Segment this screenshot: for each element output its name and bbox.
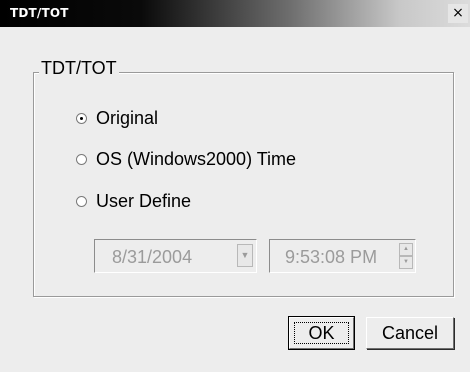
radio-button-user-define[interactable] [76, 195, 87, 207]
radio-os-time[interactable]: OS (Windows2000) Time [76, 147, 296, 171]
tdt-tot-dialog: TDT/TOT × TDT/TOT Original OS (Windows20… [0, 0, 470, 372]
radio-label-original: Original [96, 107, 159, 128]
time-spinner[interactable]: ▲ ▼ [399, 243, 413, 269]
radio-button-os-time[interactable] [76, 153, 87, 165]
radio-user-define[interactable]: User Define [76, 189, 191, 213]
close-icon: × [452, 5, 464, 21]
date-value: 8/31/2004 [112, 247, 193, 267]
radio-label-os-time: OS (Windows2000) Time [96, 148, 297, 169]
cancel-button[interactable]: Cancel [366, 317, 454, 349]
radio-button-original[interactable] [76, 112, 87, 124]
radio-original[interactable]: Original [76, 106, 158, 130]
cancel-button-label: Cancel [381, 323, 439, 343]
window-title: TDT/TOT [10, 6, 69, 20]
ok-button[interactable]: OK [288, 316, 355, 350]
spin-down-icon[interactable]: ▼ [399, 256, 413, 269]
time-value: 9:53:08 PM [285, 247, 378, 267]
date-picker[interactable]: 8/31/2004 ▼ [94, 239, 257, 273]
title-bar[interactable]: TDT/TOT × [0, 0, 470, 27]
spin-up-icon[interactable]: ▲ [399, 243, 413, 256]
close-button[interactable]: × [448, 4, 468, 23]
chevron-down-icon: ▼ [240, 250, 250, 260]
groupbox-title: TDT/TOT [39, 58, 119, 79]
time-picker[interactable]: 9:53:08 PM ▲ ▼ [269, 239, 416, 273]
date-dropdown-button[interactable]: ▼ [237, 244, 253, 267]
radio-label-user-define: User Define [96, 190, 192, 211]
focus-rectangle [294, 322, 349, 344]
